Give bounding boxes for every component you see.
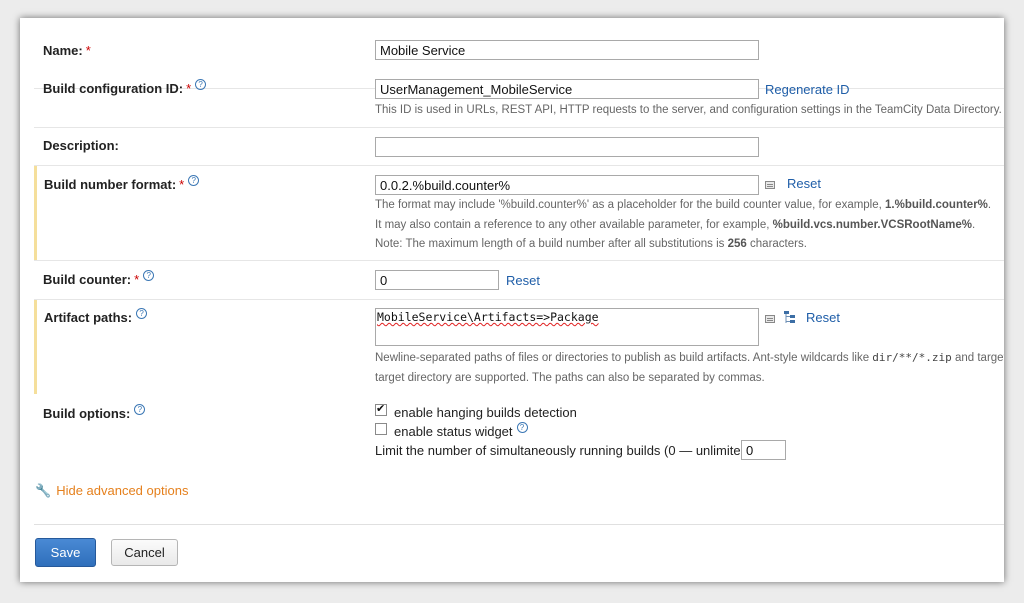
required-marker: * [179,177,185,192]
build-config-id-row: Build configuration ID: *? UserManagement… [34,79,1004,128]
build-counter-label: Build counter: *? [43,270,155,287]
name-input[interactable]: Mobile Service [375,40,759,60]
cancel-button[interactable]: Cancel [111,539,178,566]
help-icon[interactable]: ? [143,270,155,281]
limit-running-builds-label: Limit the number of simultaneously runni… [375,443,753,458]
reset-build-counter-link[interactable]: Reset [506,273,540,288]
build-number-format-note: The format may include '%build.counter%'… [375,199,992,250]
required-marker: * [85,43,91,58]
description-input[interactable] [375,137,759,157]
wrench-icon: 🔧 [35,483,52,498]
required-marker: * [134,272,140,287]
artifact-paths-label: Artifact paths:? [44,308,148,325]
footer-divider [34,524,1004,525]
description-row: Description: [34,128,1004,166]
build-options-label: Build options:? [43,404,146,421]
help-icon[interactable]: ? [134,404,146,415]
help-icon[interactable]: ? [188,175,200,186]
reset-build-number-link[interactable]: Reset [787,176,821,191]
artifact-paths-textarea[interactable]: MobileService\Artifacts=>Package [375,308,759,346]
hanging-builds-checkbox[interactable] [375,402,387,416]
build-counter-input[interactable]: 0 [375,270,499,290]
reset-artifact-paths-link[interactable]: Reset [806,310,840,325]
save-button[interactable]: Save [35,538,96,567]
name-label: Name: * [43,43,91,58]
build-options-row: Build options:? enable hanging builds de… [34,394,1004,464]
status-widget-checkbox[interactable] [375,423,387,435]
build-number-format-label: Build number format: *? [44,175,200,192]
help-icon[interactable]: ? [195,79,207,90]
help-icon[interactable]: ? [136,308,148,319]
hanging-builds-label[interactable]: enable hanging builds detection [394,405,577,420]
artifact-paths-row: Artifact paths:? MobileService\Artifacts… [34,300,1004,394]
build-config-id-label: Build configuration ID: *? [43,79,207,96]
artifact-paths-note: Newline-separated paths of files or dire… [375,351,1004,384]
build-counter-row: Build counter: *? 0 Reset [34,261,1004,300]
description-label: Description: [43,138,119,153]
build-number-format-input[interactable]: 0.0.2.%build.counter% [375,175,759,195]
hide-advanced-options-link[interactable]: 🔧 Hide advanced options [35,483,188,499]
status-widget-label[interactable]: enable status widget? [394,422,528,439]
settings-panel: Name: * Mobile Service Build configuratio… [20,18,1004,582]
artifact-tree-icon[interactable] [784,311,796,325]
build-number-format-row: Build number format: *? 0.0.2.%build.coun… [34,166,1004,261]
parameter-picker-icon[interactable] [765,181,775,189]
help-icon[interactable]: ? [516,422,528,433]
required-marker: * [186,81,192,96]
regenerate-id-link[interactable]: Regenerate ID [765,82,850,97]
build-config-id-input[interactable]: UserManagement_MobileService [375,79,759,99]
build-config-id-note: This ID is used in URLs, REST API, HTTP … [375,104,1002,116]
limit-running-builds-input[interactable]: 0 [741,440,786,460]
parameter-picker-icon[interactable] [765,315,775,323]
